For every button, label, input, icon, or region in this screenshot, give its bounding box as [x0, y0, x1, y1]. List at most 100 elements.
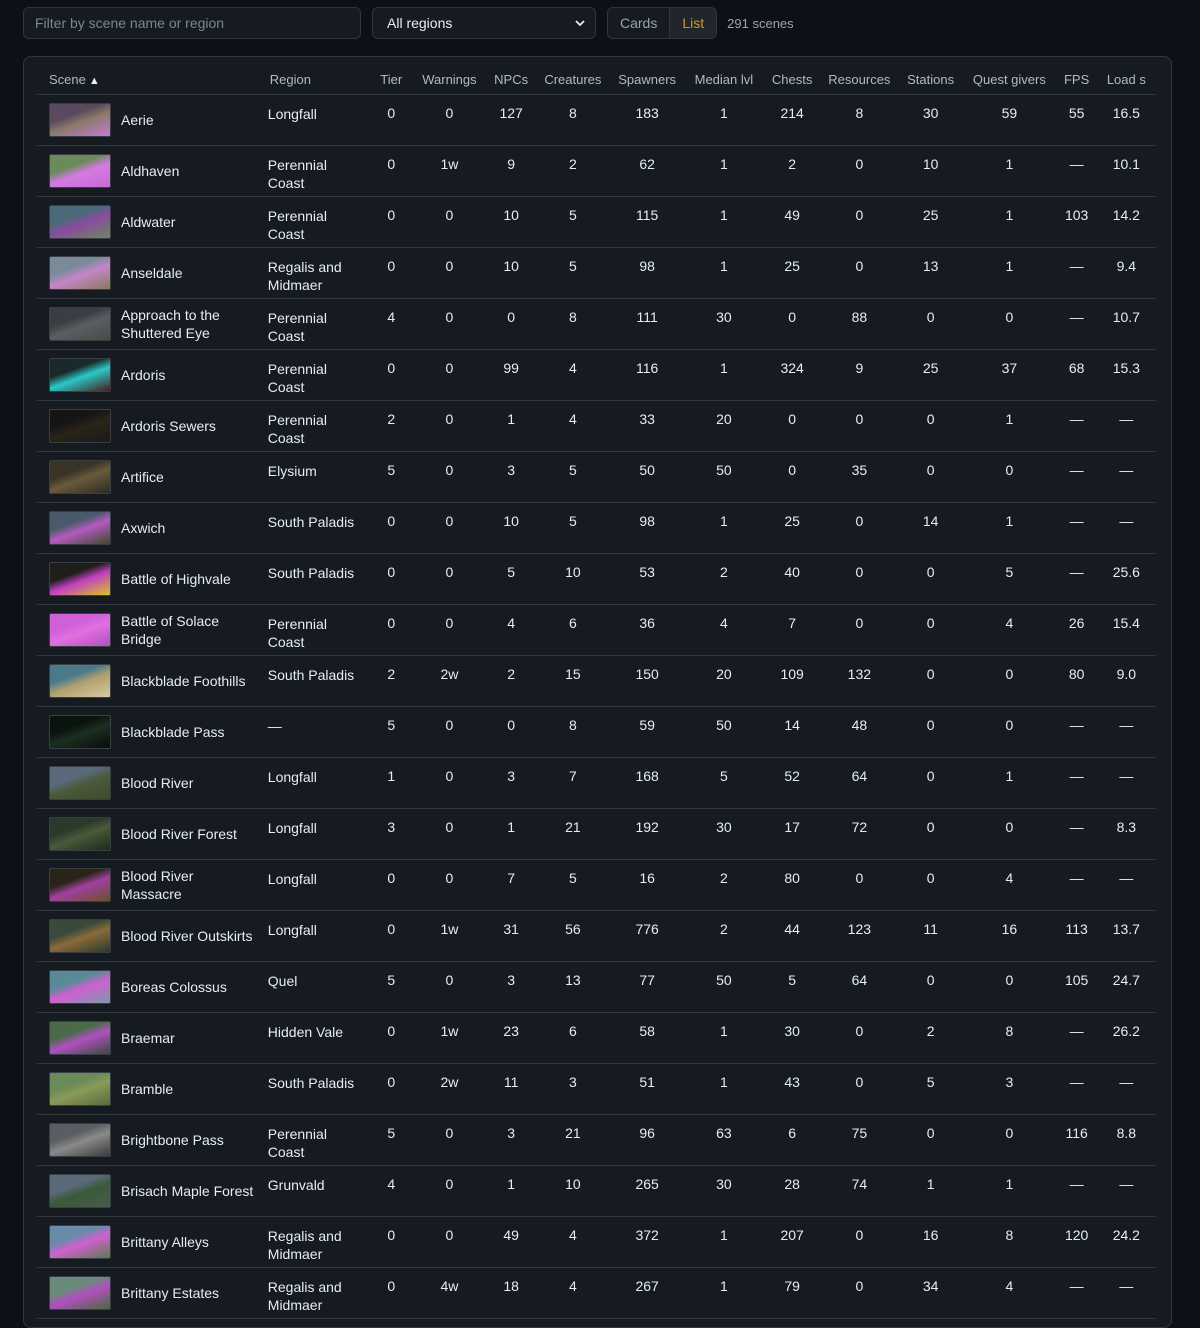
scene-name[interactable]: Aldwater	[121, 213, 175, 231]
col-warnings[interactable]: Warnings	[411, 65, 488, 95]
table-row[interactable]: Aerie Longfall 0 0 127 8 183 1 214 8 30 59 55 16.5	[37, 95, 1156, 146]
table-row[interactable]: Aldhaven Perennial Coast 0 1w 9 2 62 1 2 0 10 1 — 10.…	[37, 146, 1156, 197]
scene-name[interactable]: Blood River	[121, 774, 193, 792]
col-npcs[interactable]: NPCs	[487, 65, 535, 95]
table-row[interactable]: Anseldale Regalis and Midmaer 0 0 10 5 98 1 25 0 1…	[37, 248, 1156, 299]
scene-name[interactable]: Anseldale	[121, 264, 183, 282]
col-median-lvl[interactable]: Median lvl	[683, 65, 765, 95]
scene-thumbnail[interactable]	[49, 1021, 111, 1055]
scene-thumbnail[interactable]	[49, 511, 111, 545]
table-row[interactable]: Axwich South Paladis 0 0 10 5 98 1 25 0 14 1 — —	[37, 503, 1156, 554]
col-load[interactable]: Load s	[1096, 65, 1156, 95]
table-row[interactable]: Braemar Hidden Vale 0 1w 23 6 58 1 30 0 2 8 — 26.2	[37, 1013, 1156, 1064]
table-row[interactable]: Blood River Massacre Longfall 0 0 7 5 16 2 80 0 0 4…	[37, 860, 1156, 911]
scene-name[interactable]: Ardoris	[121, 366, 165, 384]
table-row[interactable]: Approach to the Shuttered Eye Perennial C…	[37, 299, 1156, 350]
search-input[interactable]	[23, 7, 361, 39]
scene-name[interactable]: Blood River Massacre	[121, 867, 258, 903]
col-scene[interactable]: Scene ▲	[37, 65, 258, 95]
scene-thumbnail[interactable]	[49, 103, 111, 137]
scene-thumbnail[interactable]	[49, 562, 111, 596]
scene-thumbnail[interactable]	[49, 919, 111, 953]
table-row[interactable]: Ardoris Sewers Perennial Coast 2 0 1 4 33 20 0 0 0…	[37, 401, 1156, 452]
table-row[interactable]: Blood River Longfall 1 0 3 7 168 5 52 64 0 1 — —	[37, 758, 1156, 809]
col-tier[interactable]: Tier	[371, 65, 412, 95]
scene-name[interactable]: Bramble	[121, 1080, 173, 1098]
scene-thumbnail[interactable]	[49, 358, 111, 392]
table-row[interactable]: Blood River Outskirts Longfall 0 1w 31 56 776 2…	[37, 911, 1156, 962]
scene-thumbnail[interactable]	[49, 1276, 111, 1310]
scene-name[interactable]: Aerie	[121, 111, 154, 129]
col-stations[interactable]: Stations	[899, 65, 963, 95]
scene-name[interactable]: Blackblade Pass	[121, 723, 225, 741]
scene-thumbnail[interactable]	[49, 409, 111, 443]
table-row[interactable]: Blood River Forest Longfall 3 0 1 21 192 30 17 72…	[37, 809, 1156, 860]
scene-thumbnail[interactable]	[49, 766, 111, 800]
scene-name[interactable]: Approach to the Shuttered Eye	[121, 306, 258, 342]
col-chests[interactable]: Chests	[764, 65, 820, 95]
scene-name[interactable]: Ardoris Sewers	[121, 417, 216, 435]
scene-name[interactable]: Blackblade Foothills	[121, 672, 246, 690]
scene-name[interactable]: Brittany Estates	[121, 1284, 219, 1302]
col-fps[interactable]: FPS	[1056, 65, 1097, 95]
region-cell: South Paladis	[267, 667, 355, 683]
scene-thumbnail[interactable]	[49, 613, 111, 647]
col-spawners[interactable]: Spawners	[611, 65, 684, 95]
list-view-button[interactable]: List	[669, 8, 717, 38]
scene-name[interactable]: Battle of Highvale	[121, 570, 231, 588]
table-row[interactable]: Brittany Estates Regalis and Midmaer 0 4w 18…	[37, 1268, 1156, 1319]
scene-thumbnail[interactable]	[49, 205, 111, 239]
scene-name[interactable]: Blood River Forest	[121, 825, 237, 843]
scene-thumbnail[interactable]	[49, 460, 111, 494]
cards-view-button[interactable]: Cards	[608, 8, 670, 38]
scene-thumbnail[interactable]	[49, 715, 111, 749]
median-lvl-cell: 1	[719, 1227, 728, 1243]
table-row[interactable]: Brittany Alleys Regalis and Midmaer 0 0 49 4 3…	[37, 1217, 1156, 1268]
scene-thumbnail[interactable]	[49, 1225, 111, 1259]
table-row[interactable]: Battle of Highvale South Paladis 0 0 5 10 53 2 4…	[37, 554, 1156, 605]
table-row[interactable]: Brightbone Pass Perennial Coast 5 0 3 21 96 63 6…	[37, 1115, 1156, 1166]
col-quest-givers[interactable]: Quest givers	[962, 65, 1057, 95]
table-row[interactable]: Blackblade Pass —5 0 0 8 59 50 14 48 0 0— —	[37, 707, 1156, 758]
scene-thumbnail[interactable]	[49, 256, 111, 290]
spawners-cell: 267	[635, 1278, 659, 1294]
scene-name[interactable]: Blood River Outskirts	[121, 927, 252, 945]
table-row[interactable]: Battle of Solace Bridge Perennial Coast 0 0…	[37, 605, 1156, 656]
scene-thumbnail[interactable]	[49, 1174, 111, 1208]
scene-cell: Braemar	[37, 1013, 258, 1064]
scene-thumbnail[interactable]	[49, 970, 111, 1004]
resources-cell: 48	[851, 717, 868, 733]
scene-name[interactable]: Axwich	[121, 519, 165, 537]
scene-name[interactable]: Brisach Maple Forest	[121, 1182, 253, 1200]
scene-name[interactable]: Boreas Colossus	[121, 978, 227, 996]
scene-name[interactable]: Aldhaven	[121, 162, 179, 180]
tier-cell: 0	[387, 870, 396, 886]
region-select[interactable]: All regions	[372, 7, 596, 39]
tier-cell: 0	[387, 1278, 396, 1294]
table-row[interactable]: Brisach Maple Forest Grunvald 4 0 1 10 265 30 28…	[37, 1166, 1156, 1217]
table-row[interactable]: Aldwater Perennial Coast 0 0 10 5 115 1 49 0 25 1 10…	[37, 197, 1156, 248]
scene-thumbnail[interactable]	[49, 664, 111, 698]
scene-name[interactable]: Braemar	[121, 1029, 175, 1047]
scene-name[interactable]: Brittany Alleys	[121, 1233, 209, 1251]
scene-name[interactable]: Battle of Solace Bridge	[121, 612, 258, 648]
table-row[interactable]: Boreas Colossus Quel 5 0 3 13 77 50 5 64 0 0 105 24.7	[37, 962, 1156, 1013]
col-region[interactable]: Region	[257, 65, 372, 95]
spawners-cell: 115	[635, 207, 659, 223]
col-resources[interactable]: Resources	[819, 65, 899, 95]
scene-thumbnail[interactable]	[49, 817, 111, 851]
scene-thumbnail[interactable]	[49, 154, 111, 188]
scene-thumbnail[interactable]	[49, 1123, 111, 1157]
scene-name[interactable]: Brightbone Pass	[121, 1131, 224, 1149]
table-row[interactable]: Bramble South Paladis 0 2w 11 3 51 1 43 0 5 3 — —	[37, 1064, 1156, 1115]
table-row[interactable]: Blackblade Foothills South Paladis 2 2w 2 15 1…	[37, 656, 1156, 707]
spawners-cell: 150	[635, 666, 659, 682]
table-row[interactable]: Ardoris Perennial Coast 0 0 99 4 116 1 324 9 25 37 6…	[37, 350, 1156, 401]
table-row[interactable]: Artifice Elysium 5 0 3 5 50 50 0 35 0 0— —	[37, 452, 1156, 503]
col-creatures[interactable]: Creatures	[534, 65, 611, 95]
scene-thumbnail[interactable]	[49, 868, 111, 902]
scene-name[interactable]: Artifice	[121, 468, 164, 486]
scene-thumbnail[interactable]	[49, 307, 111, 341]
scene-thumbnail[interactable]	[49, 1072, 111, 1106]
median-lvl-cell: 20	[716, 666, 732, 682]
